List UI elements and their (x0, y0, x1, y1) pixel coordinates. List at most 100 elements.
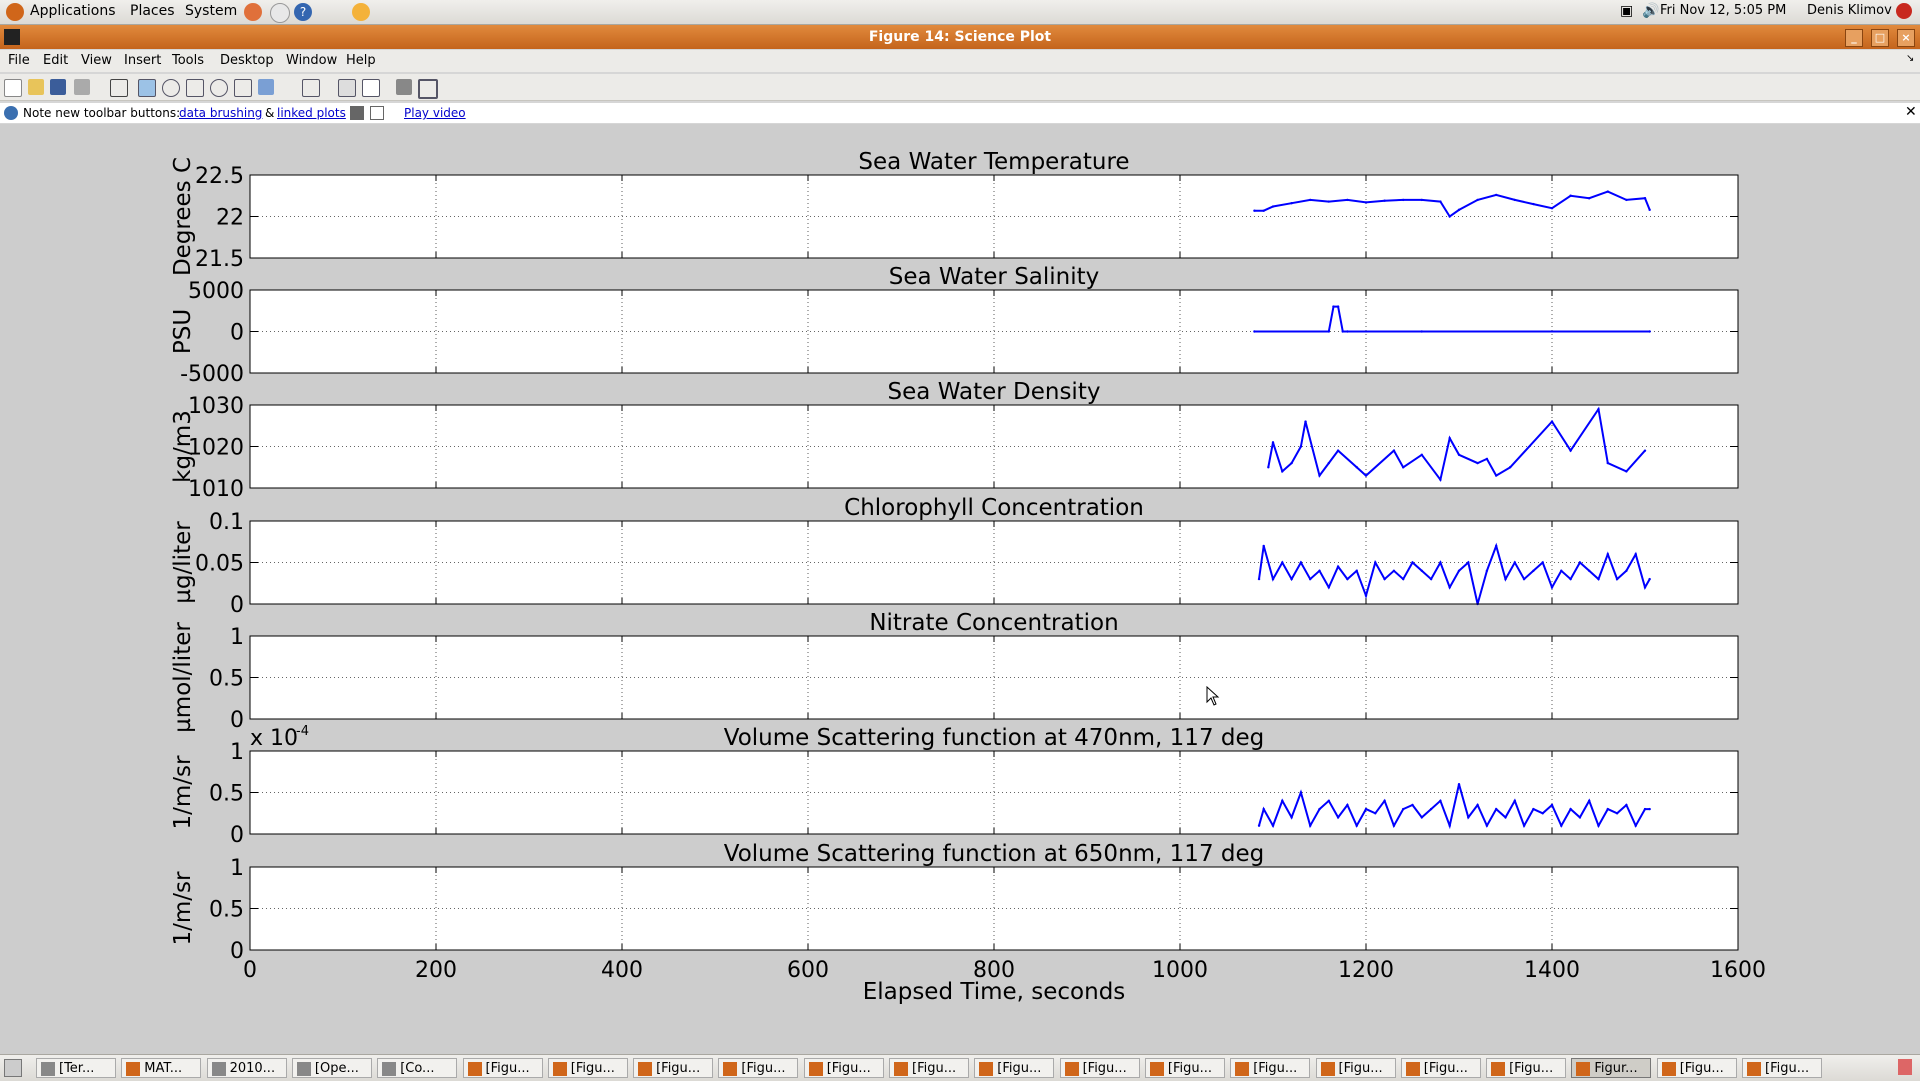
rotate-3d-icon[interactable] (210, 79, 228, 97)
taskbar-window-button[interactable]: 2010... (206, 1058, 287, 1078)
taskbar-window-button[interactable]: [Figu... (1656, 1058, 1737, 1078)
pan-icon[interactable] (186, 79, 204, 97)
taskbar-window-button[interactable]: [Figu... (1144, 1058, 1225, 1078)
taskbar-window-label: [Figu... (826, 1061, 871, 1076)
taskbar-window-button[interactable]: [Figu... (1742, 1058, 1822, 1078)
data-point (1457, 569, 1461, 572)
brush-icon[interactable] (258, 79, 274, 95)
menu-file[interactable]: File (8, 53, 30, 68)
data-point (1495, 807, 1498, 811)
data-cursor-icon[interactable] (234, 79, 252, 97)
user-name[interactable]: Denis Klimov (1807, 3, 1892, 18)
taskbar-window-button[interactable]: [Figu... (547, 1058, 628, 1078)
matlab-window-icon[interactable] (4, 29, 20, 45)
data-point (1364, 474, 1368, 477)
menu-desktop[interactable]: Desktop (220, 53, 274, 68)
subplots-svg[interactable]: 21.5 22 22.5 Sea Water Temperature Degrees C… (0, 124, 1920, 1054)
subplot-title: Sea Water Density (888, 379, 1101, 405)
data-point (1271, 205, 1275, 208)
data-point (1262, 544, 1265, 548)
update-notifier-icon[interactable] (352, 3, 370, 21)
legend-icon[interactable] (362, 79, 380, 97)
show-desktop-icon[interactable] (4, 1059, 22, 1077)
show-plot-tools-icon[interactable] (418, 79, 438, 99)
taskbar-window-button[interactable]: [Co... (377, 1058, 458, 1078)
clock[interactable]: Fri Nov 12, 5:05 PM (1660, 3, 1786, 18)
open-file-icon[interactable] (28, 79, 44, 95)
data-point (1346, 330, 1349, 333)
x-tick-label: 1000 (1152, 958, 1208, 983)
subplot-title: Sea Water Temperature (858, 149, 1129, 175)
data-point (1578, 561, 1582, 564)
zoom-out-icon[interactable] (162, 79, 180, 97)
minimize-button[interactable]: _ (1845, 29, 1863, 47)
close-infobar-icon[interactable]: ✕ (1905, 104, 1917, 120)
data-point (1257, 577, 1261, 581)
link-plot-icon[interactable] (302, 79, 320, 97)
window-app-icon (1661, 1062, 1676, 1076)
applications-menu[interactable]: Applications (30, 3, 116, 19)
volume-icon[interactable]: 🔊 (1642, 3, 1659, 19)
taskbar-window-button[interactable]: [Ope... (291, 1058, 372, 1078)
figure-canvas[interactable]: 21.5 22 22.5 Sea Water Temperature Degrees C… (0, 124, 1920, 1054)
y-axis-label: 1/m/sr (170, 755, 196, 830)
menu-insert[interactable]: Insert (124, 53, 161, 68)
taskbar-window-button[interactable]: [Figu... (1486, 1058, 1567, 1078)
y-tick-label: 1030 (188, 394, 244, 419)
ubuntu-logo-icon[interactable] (6, 3, 24, 21)
new-figure-icon[interactable] (4, 79, 22, 97)
x-tick-label: 1200 (1338, 958, 1394, 983)
power-icon[interactable] (1896, 3, 1912, 19)
hide-plot-tools-icon[interactable] (396, 79, 412, 95)
help-icon[interactable]: ? (294, 3, 312, 21)
taskbar-window-button[interactable]: [Figu... (633, 1058, 714, 1078)
taskbar-window-button[interactable]: [Figu... (1315, 1058, 1396, 1078)
y-axis-label: µg/liter (170, 521, 196, 604)
edit-plot-icon[interactable] (110, 79, 128, 97)
close-window-button[interactable]: × (1897, 29, 1915, 47)
print-icon[interactable] (74, 79, 90, 95)
data-point (1364, 807, 1368, 811)
taskbar-window-button[interactable]: MAT... (121, 1058, 202, 1078)
taskbar-window-button[interactable]: Figur... (1571, 1058, 1652, 1078)
taskbar-window-button[interactable]: [Figu... (974, 1058, 1055, 1078)
maximize-button[interactable]: □ (1871, 29, 1889, 47)
menu-window[interactable]: Window (286, 53, 337, 68)
system-menu[interactable]: System (185, 3, 237, 19)
menu-help[interactable]: Help (346, 53, 376, 68)
data-brushing-link[interactable]: data brushing (179, 106, 262, 120)
save-icon[interactable] (50, 79, 66, 95)
taskbar-window-button[interactable]: [Figu... (1230, 1058, 1311, 1078)
taskbar-window-button[interactable]: [Figu... (1059, 1058, 1140, 1078)
mail-icon[interactable] (270, 3, 290, 23)
firefox-icon[interactable] (244, 3, 262, 21)
taskbar-window-button[interactable]: [Figu... (718, 1058, 799, 1078)
menu-view[interactable]: View (81, 53, 112, 68)
colorbar-icon[interactable] (338, 79, 356, 97)
data-point (1560, 569, 1563, 572)
menu-edit[interactable]: Edit (43, 53, 68, 68)
network-icon[interactable]: ▣ (1620, 3, 1633, 19)
menu-tools[interactable]: Tools (172, 53, 204, 68)
window-app-icon (1405, 1062, 1420, 1076)
window-title: Figure 14: Science Plot (868, 29, 1052, 45)
y-tick-label: 22.5 (195, 164, 244, 189)
data-point (1541, 561, 1544, 564)
data-point (1392, 449, 1396, 452)
dock-arrow-icon[interactable]: ↘ (1906, 53, 1914, 64)
linked-plots-link[interactable]: linked plots (277, 106, 346, 120)
menubar: File Edit View Insert Tools Desktop Wind… (0, 50, 1920, 72)
places-menu[interactable]: Places (130, 3, 175, 19)
play-video-link[interactable]: Play video (404, 106, 466, 120)
y-tick-label: 1 (230, 625, 244, 650)
taskbar-window-button[interactable]: [Ter... (36, 1058, 116, 1078)
taskbar-window-button[interactable]: [Figu... (462, 1058, 543, 1078)
data-point (1309, 577, 1312, 581)
data-point (1271, 577, 1275, 581)
taskbar-window-button[interactable]: [Figu... (803, 1058, 884, 1078)
zoom-in-icon[interactable] (138, 79, 156, 97)
taskbar-window-button[interactable]: [Figu... (889, 1058, 969, 1078)
trash-icon[interactable] (1898, 1059, 1912, 1075)
taskbar-window-button[interactable]: [Figu... (1400, 1058, 1481, 1078)
window-titlebar[interactable]: Figure 14: Science Plot _ □ × (0, 25, 1920, 49)
